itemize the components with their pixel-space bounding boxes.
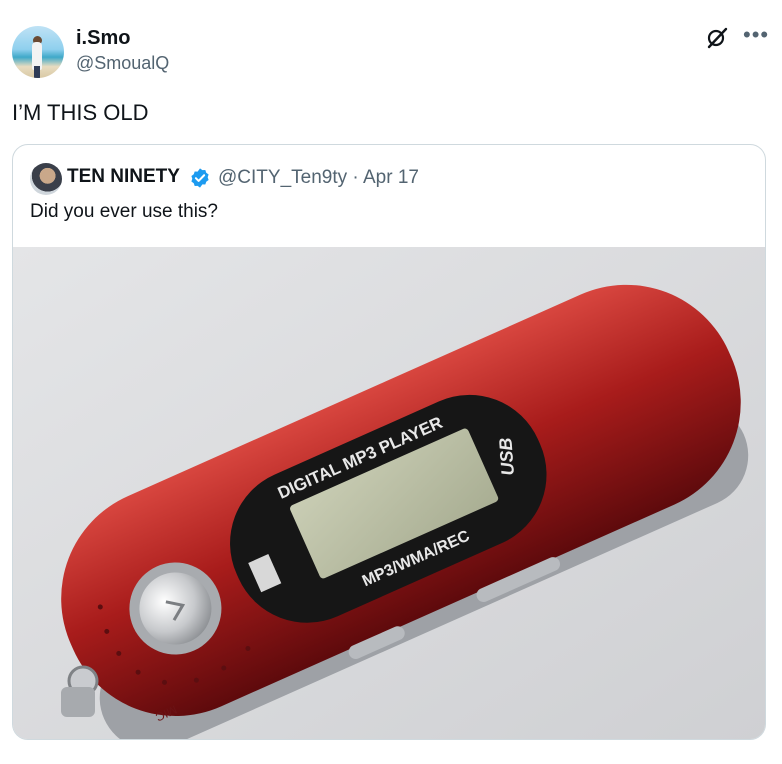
more-icon[interactable]: ••• (743, 22, 769, 48)
avatar-figure-legs (34, 66, 40, 78)
quoted-author-avatar[interactable] (30, 163, 62, 195)
grok-icon[interactable] (705, 26, 729, 50)
meta-separator: · (352, 167, 359, 188)
author-avatar[interactable] (12, 26, 64, 78)
quoted-author-handle[interactable]: @CITY_Ten9ty (218, 167, 347, 188)
label-usb: USB (495, 437, 518, 476)
mp3-player-photo: DIGITAL MP3 PLAYER MP3/WMA/REC USB MIC (13, 247, 765, 739)
quoted-author-name[interactable]: TEN NINETY (67, 166, 180, 188)
quoted-media-image[interactable]: DIGITAL MP3 PLAYER MP3/WMA/REC USB MIC (13, 247, 765, 739)
quoted-tweet[interactable]: TEN NINETY @CITY_Ten9ty · Apr 17 Did you… (12, 144, 766, 740)
quoted-date[interactable]: Apr 17 (363, 167, 419, 188)
quoted-text: Did you ever use this? (30, 201, 218, 222)
quoted-meta: @CITY_Ten9ty · Apr 17 (218, 167, 419, 189)
tweet-text: I’M THIS OLD (12, 100, 149, 125)
verified-badge-icon (191, 168, 209, 188)
author-handle[interactable]: @SmoualQ (76, 53, 169, 74)
author-name[interactable]: i.Smo (76, 27, 130, 50)
